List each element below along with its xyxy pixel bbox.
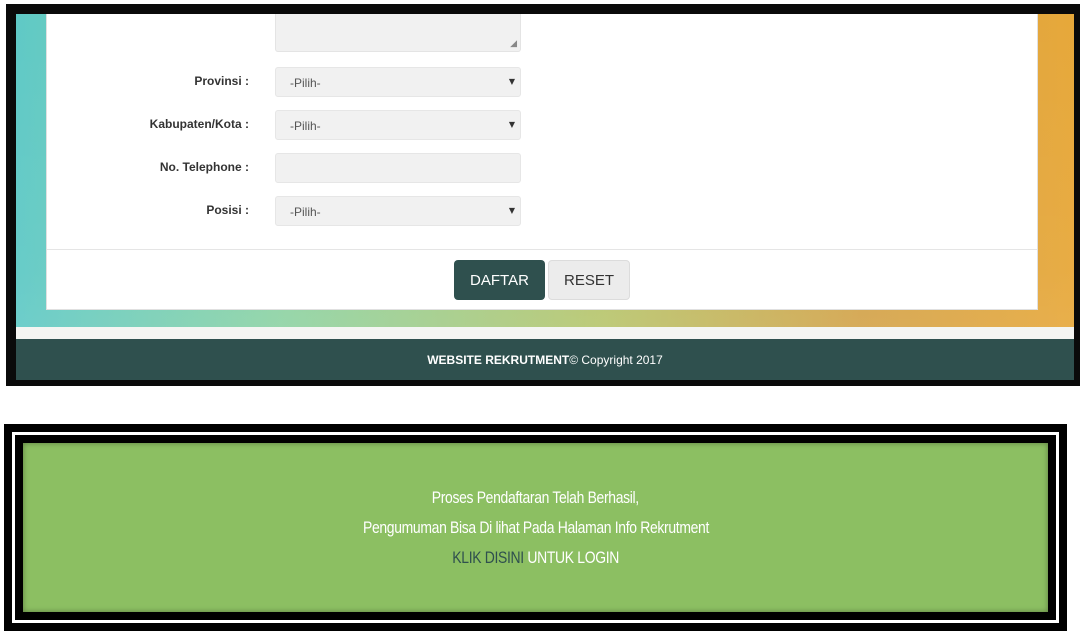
form-divider: [47, 249, 1037, 250]
form-row-telephone: No. Telephone :: [47, 153, 1037, 183]
notice-line-3: KLIK DISINI UNTUK LOGIN: [452, 543, 619, 573]
site-footer: WEBSITE REKRUTMENT © Copyright 2017: [16, 339, 1074, 380]
footer-copyright: © Copyright 2017: [569, 352, 663, 367]
page-background: ◢ Provinsi : -Pilih- ▼ Kabupaten/Kota : …: [16, 14, 1074, 380]
chevron-down-icon: ▼: [508, 120, 515, 129]
reset-button[interactable]: RESET: [548, 260, 630, 300]
footer-separator: [16, 327, 1074, 339]
notice-frame-border: Proses Pendaftaran Telah Berhasil, Pengu…: [12, 432, 1059, 623]
provinsi-label: Provinsi :: [194, 74, 249, 88]
telephone-label: No. Telephone :: [159, 160, 249, 174]
kabupaten-label: Kabupaten/Kota :: [149, 117, 249, 131]
notice-line-3-rest: UNTUK LOGIN: [523, 547, 619, 567]
chevron-down-icon: ▼: [508, 206, 515, 215]
resize-handle-icon[interactable]: ◢: [510, 39, 517, 49]
kabupaten-select[interactable]: -Pilih- ▼: [275, 110, 521, 140]
form-row-provinsi: Provinsi : -Pilih- ▼: [47, 67, 1037, 97]
posisi-label: Posisi :: [206, 203, 249, 217]
footer-brand: WEBSITE REKRUTMENT: [427, 352, 570, 367]
notice-frame-inner: Proses Pendaftaran Telah Berhasil, Pengu…: [15, 435, 1056, 620]
form-row-posisi: Posisi : -Pilih- ▼: [47, 196, 1037, 226]
posisi-select[interactable]: -Pilih- ▼: [275, 196, 521, 226]
telephone-input[interactable]: [275, 153, 521, 183]
registration-form: ◢ Provinsi : -Pilih- ▼ Kabupaten/Kota : …: [46, 14, 1038, 310]
notice-frame: Proses Pendaftaran Telah Berhasil, Pengu…: [4, 424, 1067, 631]
provinsi-select-value: -Pilih-: [290, 76, 321, 90]
posisi-select-value: -Pilih-: [290, 205, 321, 219]
form-screenshot-frame: ◢ Provinsi : -Pilih- ▼ Kabupaten/Kota : …: [6, 4, 1080, 386]
chevron-down-icon: ▼: [508, 77, 515, 86]
form-row-kabupaten: Kabupaten/Kota : -Pilih- ▼: [47, 110, 1037, 140]
address-textarea[interactable]: ◢: [275, 14, 521, 52]
login-link[interactable]: KLIK DISINI: [452, 548, 524, 567]
provinsi-select[interactable]: -Pilih- ▼: [275, 67, 521, 97]
registration-success-notice: Proses Pendaftaran Telah Berhasil, Pengu…: [23, 443, 1048, 612]
daftar-button[interactable]: DAFTAR: [454, 260, 545, 300]
notice-line-2: Pengumuman Bisa Di lihat Pada Halaman In…: [362, 517, 709, 537]
kabupaten-select-value: -Pilih-: [290, 119, 321, 133]
notice-line-1: Proses Pendaftaran Telah Berhasil,: [431, 487, 640, 507]
